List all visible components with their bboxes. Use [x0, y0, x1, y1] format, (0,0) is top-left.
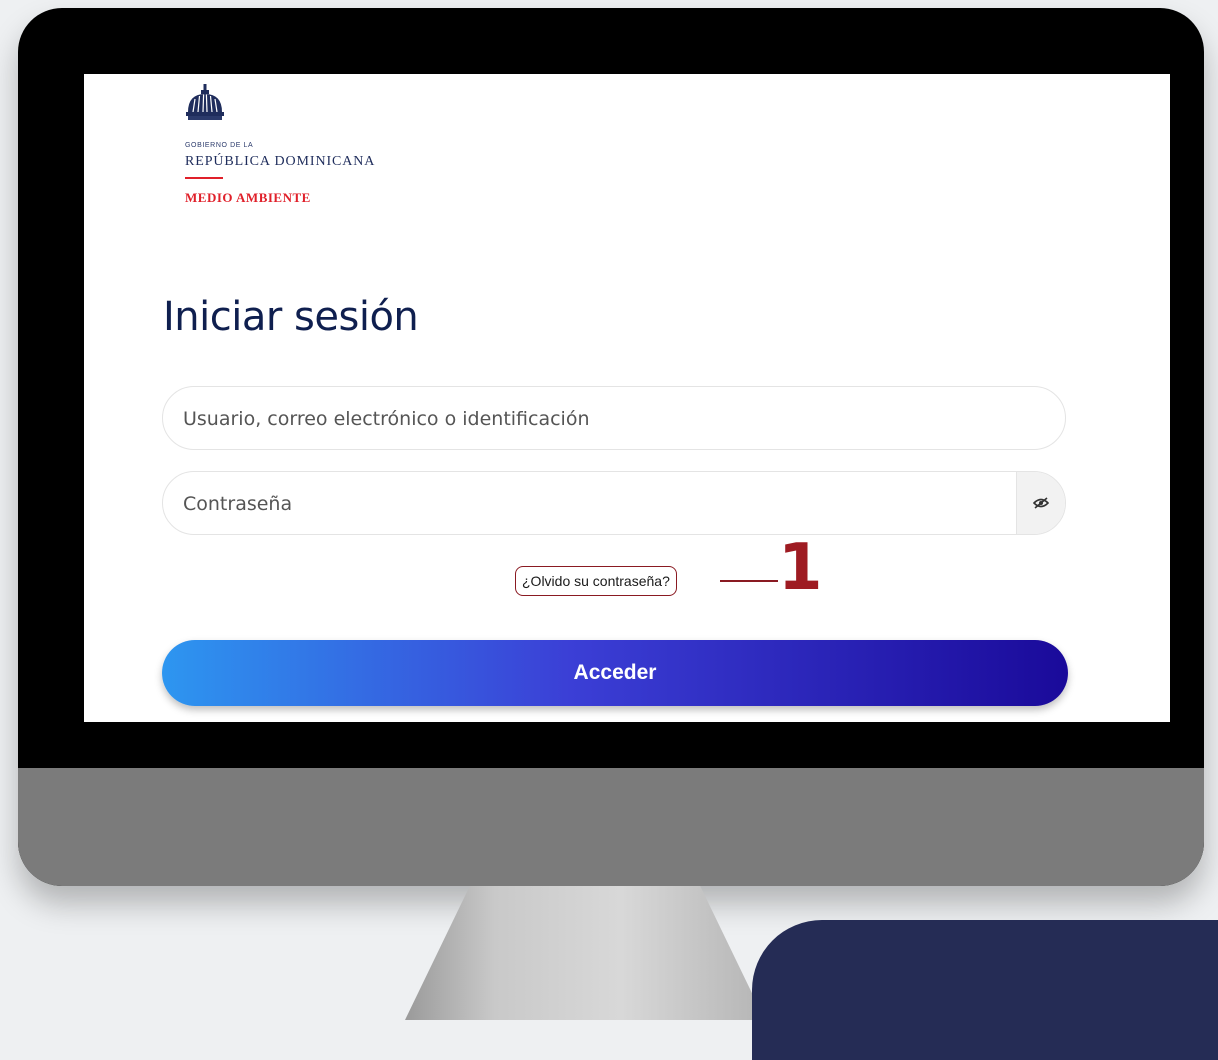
logo-divider — [185, 177, 223, 179]
login-button[interactable]: Acceder — [162, 640, 1068, 706]
password-field — [162, 471, 1066, 536]
callout-connector — [720, 580, 778, 582]
page-title: Iniciar sesión — [163, 294, 419, 340]
dome-icon — [186, 84, 224, 120]
monitor-chin — [18, 768, 1204, 886]
callout-number: 1 — [778, 531, 823, 605]
password-input[interactable] — [181, 472, 1005, 536]
forgot-password-link[interactable]: ¿Olvido su contraseña? — [515, 566, 677, 596]
password-toggle-button[interactable] — [1016, 472, 1065, 534]
username-input[interactable] — [181, 387, 1005, 451]
decorative-shape — [752, 920, 1218, 1060]
logo-line-country: REPÚBLICA DOMINICANA — [185, 154, 376, 169]
username-field — [162, 386, 1066, 451]
logo-line-ministry: MEDIO AMBIENTE — [185, 190, 311, 205]
login-screen: GOBIERNO DE LA REPÚBLICA DOMINICANA MEDI… — [84, 74, 1170, 722]
eye-slash-icon — [1033, 497, 1049, 509]
government-logo — [185, 84, 425, 128]
logo-line-small: GOBIERNO DE LA — [185, 142, 254, 149]
monitor-frame: GOBIERNO DE LA REPÚBLICA DOMINICANA MEDI… — [18, 8, 1204, 886]
monitor-stand — [405, 886, 765, 1020]
